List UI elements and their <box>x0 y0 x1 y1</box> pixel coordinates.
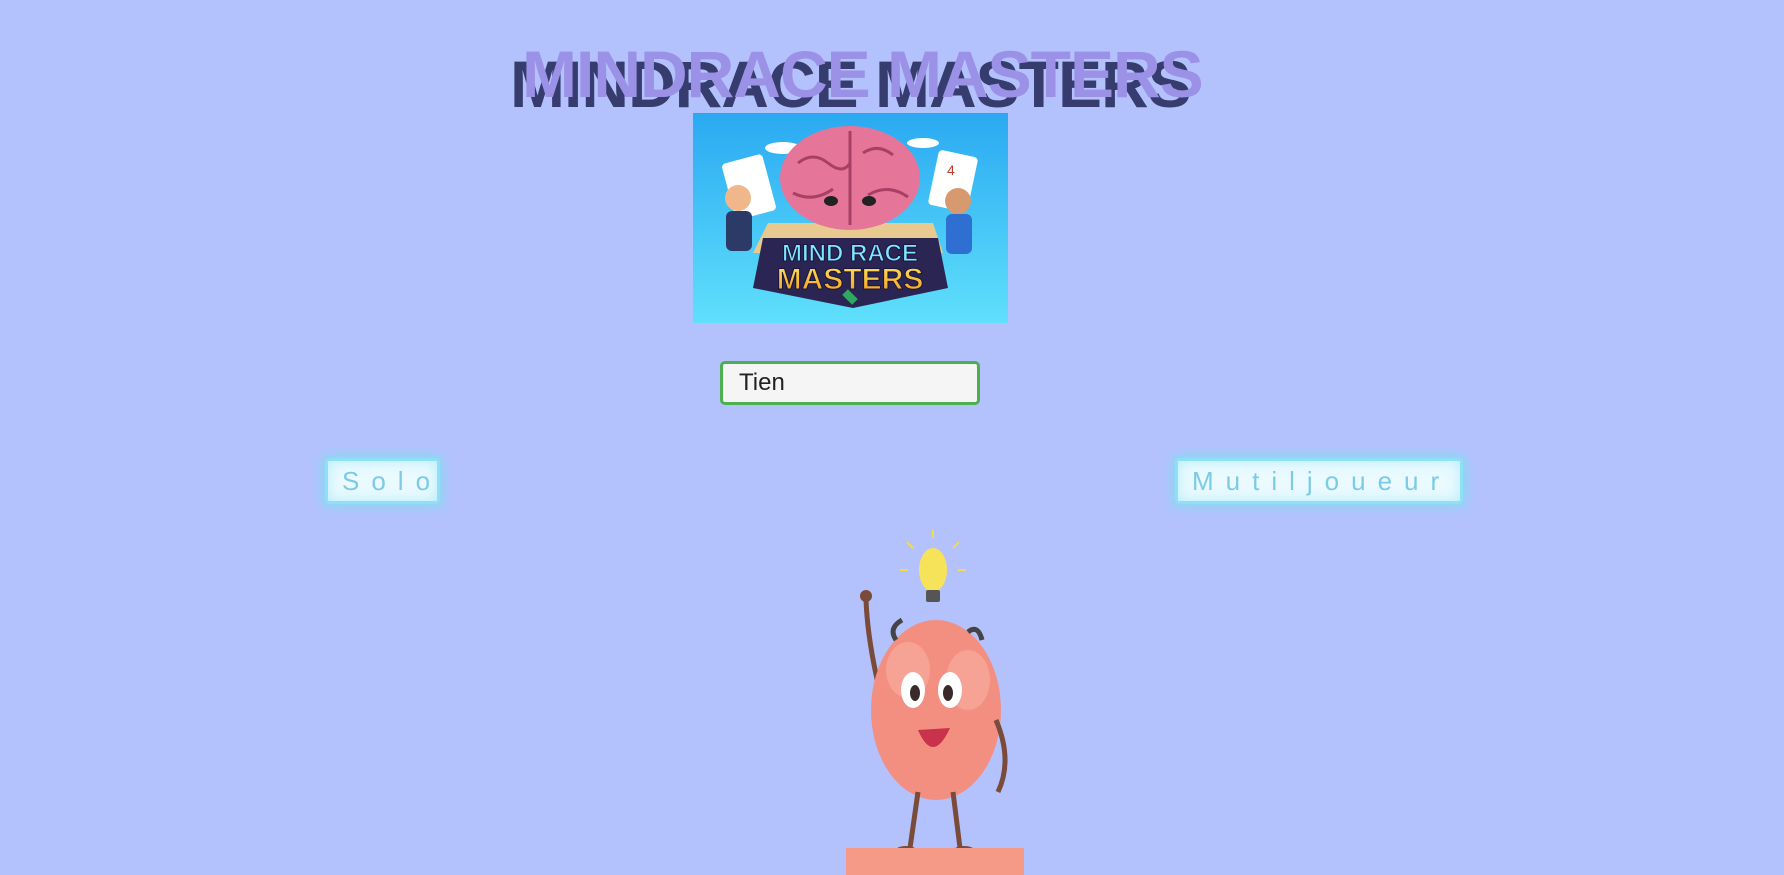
lightbulb-icon <box>900 530 966 602</box>
home-screen: MINDRACE MASTERS MINDRACE MASTERS 4 MIND… <box>0 0 1784 875</box>
logo-text-line2: MASTERS <box>777 263 924 296</box>
player-name-input[interactable] <box>720 361 980 405</box>
game-logo: 4 MIND RACE MASTERS <box>693 113 1008 323</box>
svg-text:4: 4 <box>947 162 955 178</box>
multiplayer-button[interactable]: Mutiljoueur <box>1175 458 1463 504</box>
page-title: MINDRACE MASTERS MINDRACE MASTERS <box>510 36 1204 121</box>
brain-mascot-icon <box>846 530 1024 875</box>
solo-button[interactable]: Solo <box>325 458 440 504</box>
title-text: MINDRACE MASTERS <box>522 37 1204 111</box>
